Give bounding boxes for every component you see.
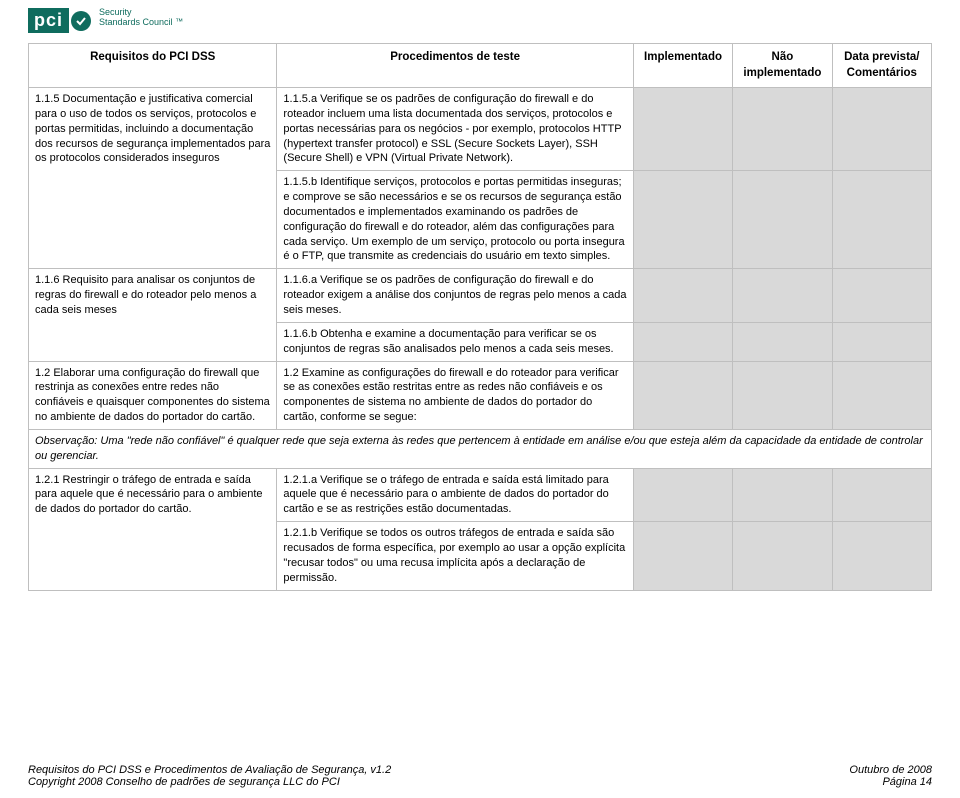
notimpl-cell bbox=[733, 522, 832, 590]
logo: pci SecurityStandards Council ™ bbox=[28, 8, 932, 33]
impl-cell bbox=[633, 322, 732, 361]
requirements-table: Requisitos do PCI DSS Procedimentos de t… bbox=[28, 43, 932, 591]
table-row: 1.2.1 Restringir o tráfego de entrada e … bbox=[29, 468, 932, 522]
footer-left: Requisitos do PCI DSS e Procedimentos de… bbox=[28, 764, 391, 788]
req-cell: 1.2 Elaborar uma configuração do firewal… bbox=[29, 361, 277, 429]
col-header-date: Data prevista/ Comentários bbox=[832, 44, 931, 88]
col-header-req: Requisitos do PCI DSS bbox=[29, 44, 277, 88]
impl-cell bbox=[633, 269, 732, 323]
proc-cell: 1.1.5.a Verifique se os padrões de confi… bbox=[277, 88, 633, 171]
notimpl-cell bbox=[733, 269, 832, 323]
logo-badge: pci bbox=[28, 8, 91, 33]
logo-check-icon bbox=[71, 11, 91, 31]
col-header-impl: Implementado bbox=[633, 44, 732, 88]
req-cell: 1.2.1 Restringir o tráfego de entrada e … bbox=[29, 468, 277, 590]
table-row: 1.2 Elaborar uma configuração do firewal… bbox=[29, 361, 932, 429]
notimpl-cell bbox=[733, 361, 832, 429]
notimpl-cell bbox=[733, 468, 832, 522]
col-header-notimpl: Não implementado bbox=[733, 44, 832, 88]
date-cell bbox=[832, 468, 931, 522]
date-cell bbox=[832, 269, 931, 323]
notimpl-cell bbox=[733, 88, 832, 171]
req-cell: 1.1.6 Requisito para analisar os conjunt… bbox=[29, 269, 277, 361]
date-cell bbox=[832, 171, 931, 269]
notimpl-cell bbox=[733, 171, 832, 269]
logo-pci-text: pci bbox=[28, 8, 69, 33]
logo-subtitle: SecurityStandards Council ™ bbox=[99, 8, 183, 28]
table-row: 1.1.6 Requisito para analisar os conjunt… bbox=[29, 269, 932, 323]
impl-cell bbox=[633, 522, 732, 590]
table-row-note: Observação: Uma "rede não confiável" é q… bbox=[29, 429, 932, 468]
impl-cell bbox=[633, 171, 732, 269]
impl-cell bbox=[633, 88, 732, 171]
proc-cell: 1.2 Examine as configurações do firewall… bbox=[277, 361, 633, 429]
proc-cell: 1.1.5.b Identifique serviços, protocolos… bbox=[277, 171, 633, 269]
date-cell bbox=[832, 88, 931, 171]
date-cell bbox=[832, 322, 931, 361]
page-footer: Requisitos do PCI DSS e Procedimentos de… bbox=[28, 764, 932, 788]
proc-cell: 1.2.1.b Verifique se todos os outros trá… bbox=[277, 522, 633, 590]
date-cell bbox=[832, 361, 931, 429]
impl-cell bbox=[633, 361, 732, 429]
col-header-proc: Procedimentos de teste bbox=[277, 44, 633, 88]
footer-right: Outubro de 2008Página 14 bbox=[849, 764, 932, 788]
date-cell bbox=[832, 522, 931, 590]
impl-cell bbox=[633, 468, 732, 522]
note-cell: Observação: Uma "rede não confiável" é q… bbox=[29, 429, 932, 468]
req-cell: 1.1.5 Documentação e justificativa comer… bbox=[29, 88, 277, 269]
notimpl-cell bbox=[733, 322, 832, 361]
proc-cell: 1.2.1.a Verifique se o tráfego de entrad… bbox=[277, 468, 633, 522]
proc-cell: 1.1.6.a Verifique se os padrões de confi… bbox=[277, 269, 633, 323]
table-row: 1.1.5 Documentação e justificativa comer… bbox=[29, 88, 932, 171]
proc-cell: 1.1.6.b Obtenha e examine a documentação… bbox=[277, 322, 633, 361]
